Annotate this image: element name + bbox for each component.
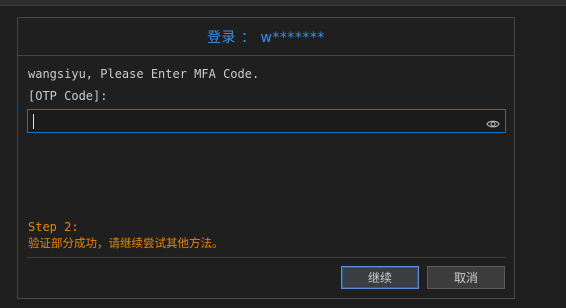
eye-icon[interactable] <box>486 115 500 128</box>
otp-input-container[interactable] <box>27 109 506 133</box>
step-title: Step 2: <box>28 220 79 234</box>
title-divider <box>18 55 514 56</box>
otp-code-label: [OTP Code]: <box>28 89 108 103</box>
dialog-title: 登录 ： w******* <box>207 30 325 46</box>
continue-button[interactable]: 继续 <box>341 266 419 289</box>
text-caret <box>33 114 34 129</box>
otp-code-input[interactable] <box>28 110 505 132</box>
window-top-strip <box>0 0 566 6</box>
mfa-prompt-text: wangsiyu, Please Enter MFA Code. <box>28 67 260 81</box>
step-status-message: 验证部分成功，请继续尝试其他方法。 <box>28 236 224 250</box>
mfa-login-dialog: 登录 ： w******* wangsiyu, Please Enter MFA… <box>17 17 515 299</box>
footer-divider <box>27 257 506 258</box>
cancel-button[interactable]: 取消 <box>427 266 505 289</box>
